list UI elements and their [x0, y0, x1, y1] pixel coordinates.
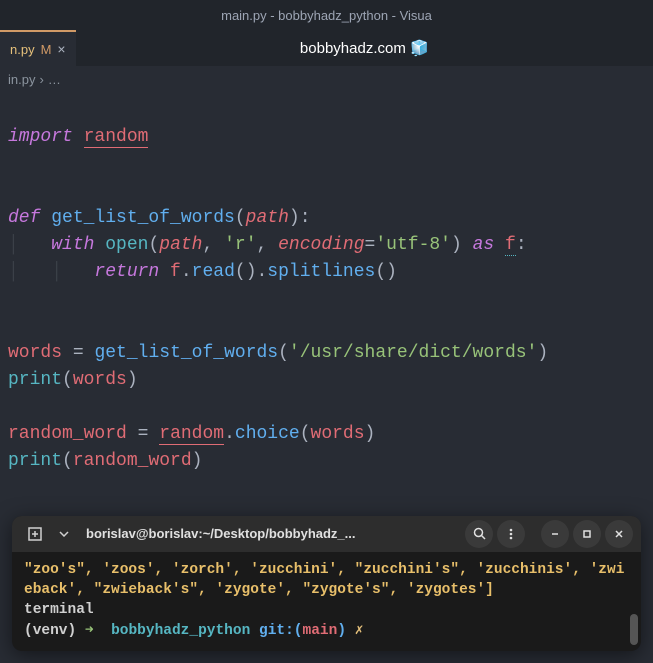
- close-icon: [614, 529, 624, 539]
- builtin-print: print: [8, 370, 62, 390]
- terminal-output[interactable]: "zoo's", 'zoos', 'zorch', 'zucchini', "z…: [12, 552, 641, 651]
- scrollbar-thumb[interactable]: [630, 614, 638, 645]
- terminal-header: borislav@borislav:~/Desktop/bobbyhadz_..…: [12, 516, 641, 552]
- menu-button[interactable]: [497, 520, 525, 548]
- maximize-button[interactable]: [573, 520, 601, 548]
- close-button[interactable]: [605, 520, 633, 548]
- editor-tabs: n.py M × bobbyhadz.com 🧊: [0, 30, 653, 66]
- chevron-down-icon: [59, 531, 69, 537]
- prompt-dirty: ✗: [355, 623, 364, 639]
- keyword-import: import: [8, 127, 73, 147]
- breadcrumb-separator: ›: [39, 72, 43, 87]
- breadcrumb[interactable]: in.py › …: [0, 66, 653, 93]
- terminal-panel: borislav@borislav:~/Desktop/bobbyhadz_..…: [12, 516, 641, 651]
- new-tab-button[interactable]: [20, 521, 50, 547]
- output-list: "zoo's", 'zoos', 'zorch', 'zucchini', "z…: [24, 562, 624, 598]
- code-editor[interactable]: import random def get_list_of_words(path…: [0, 93, 653, 483]
- builtin-open: open: [105, 235, 148, 255]
- breadcrumb-file: in.py: [8, 72, 35, 87]
- close-icon[interactable]: ×: [57, 41, 65, 57]
- kebab-icon: [505, 528, 517, 540]
- output-word: terminal: [24, 602, 94, 618]
- prompt-venv: (venv): [24, 623, 76, 639]
- window-title: main.py - bobbyhadz_python - Visua: [221, 8, 432, 23]
- breadcrumb-more: …: [48, 72, 61, 87]
- function-name: get_list_of_words: [51, 208, 235, 228]
- maximize-icon: [582, 529, 592, 539]
- prompt-branch: main: [303, 623, 338, 639]
- prompt-git: git:(: [259, 623, 303, 639]
- module-random: random: [84, 127, 149, 148]
- prompt-dir: bobbyhadz_python: [111, 623, 250, 639]
- terminal-scrollbar[interactable]: [630, 558, 638, 645]
- keyword-with: with: [51, 235, 94, 255]
- keyword-def: def: [8, 208, 40, 228]
- tab-label: n.py: [10, 42, 35, 57]
- minimize-button[interactable]: [541, 520, 569, 548]
- tab-modified-indicator: M: [41, 42, 52, 57]
- keyword-return: return: [94, 262, 159, 282]
- terminal-title: borislav@borislav:~/Desktop/bobbyhadz_..…: [78, 526, 461, 541]
- watermark-label: bobbyhadz.com 🧊: [76, 39, 653, 57]
- dropdown-button[interactable]: [54, 521, 74, 547]
- window-title-bar: main.py - bobbyhadz_python - Visua: [0, 0, 653, 30]
- search-icon: [473, 527, 486, 540]
- search-button[interactable]: [465, 520, 493, 548]
- prompt-gitclose: ): [337, 623, 346, 639]
- param-path: path: [246, 208, 289, 228]
- prompt-arrow: ➜: [85, 623, 94, 639]
- plus-icon: [28, 527, 42, 541]
- tab-main-py[interactable]: n.py M ×: [0, 30, 76, 66]
- minimize-icon: [550, 529, 560, 539]
